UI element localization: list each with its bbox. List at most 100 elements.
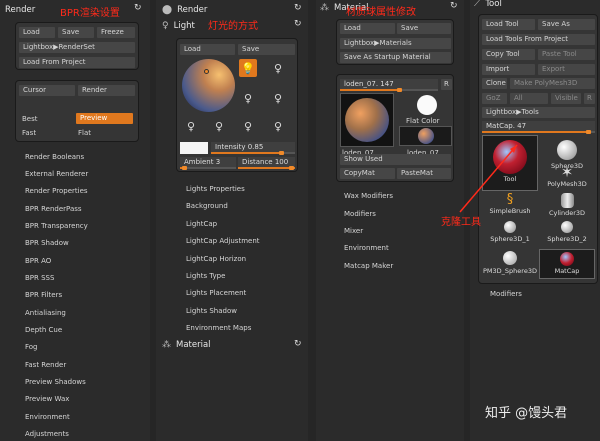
refresh-icon[interactable]: ↻: [134, 3, 142, 13]
material-footer-header[interactable]: ⁂ Material: [162, 337, 211, 353]
render-item[interactable]: Depth Cue: [25, 326, 62, 334]
tool-thumb-pm3d-sphere3d[interactable]: PM3D_Sphere3D: [482, 251, 538, 275]
copy-tool-button[interactable]: Copy Tool: [482, 49, 535, 60]
flat-color-swatch[interactable]: [417, 95, 437, 115]
pastemat-button[interactable]: PasteMat: [397, 168, 451, 179]
visible-button[interactable]: Visible: [551, 93, 581, 104]
matcap-slider[interactable]: MatCap. 47: [482, 121, 595, 134]
light-slot-1-bulb-icon[interactable]: 💡: [239, 59, 257, 77]
material-item[interactable]: Environment: [344, 244, 389, 252]
tool-thumb-simplebrush[interactable]: § SimpleBrush: [482, 193, 538, 216]
tool-thumb-cylinder3d[interactable]: Cylinder3D: [539, 193, 595, 217]
tool-lightbox-button[interactable]: Lightbox▶Tools: [482, 107, 595, 118]
material-item[interactable]: Matcap Maker: [344, 262, 393, 270]
light-position-marker[interactable]: [204, 69, 209, 74]
render-item[interactable]: Adjustments: [25, 430, 69, 438]
render-item[interactable]: Environment: [25, 413, 70, 421]
load-tool-button[interactable]: Load Tool: [482, 19, 535, 30]
material-reset-button[interactable]: R: [441, 79, 452, 90]
render-item[interactable]: Fog: [25, 343, 38, 351]
material-item[interactable]: Mixer: [344, 227, 363, 235]
light-render-header[interactable]: ⬤ Render: [162, 2, 207, 18]
material-load-button[interactable]: Load: [340, 23, 395, 34]
light-header[interactable]: ♀ Light: [162, 18, 195, 34]
render-item[interactable]: Render Booleans: [25, 153, 84, 161]
intensity-slider[interactable]: Intensity 0.85: [211, 142, 295, 155]
material-small-thumb[interactable]: [399, 126, 452, 146]
light-item[interactable]: Background: [186, 202, 228, 210]
render-header[interactable]: Render: [5, 2, 35, 18]
tool-modifiers-item[interactable]: Modifiers: [490, 290, 522, 298]
render-item[interactable]: BPR Transparency: [25, 222, 88, 230]
light-item[interactable]: Lights Properties: [186, 185, 245, 193]
light-save-button[interactable]: Save: [238, 44, 295, 55]
save-startup-material-button[interactable]: Save As Startup Material: [340, 52, 451, 63]
render-item[interactable]: BPR RenderPass: [25, 205, 82, 213]
distance-slider[interactable]: Distance 100: [238, 157, 295, 170]
light-load-button[interactable]: Load: [180, 44, 235, 55]
tool-header[interactable]: ⟋ Tool: [474, 0, 502, 12]
light-slot-3-bulb-icon[interactable]: ♀: [239, 89, 257, 107]
light-item[interactable]: Lights Placement: [186, 289, 246, 297]
render-save-button[interactable]: Save: [58, 27, 94, 38]
render-item[interactable]: Preview Wax: [25, 395, 69, 403]
render-item[interactable]: Fast Render: [25, 361, 66, 369]
load-tools-project-button[interactable]: Load Tools From Project: [482, 34, 595, 45]
cursor-button[interactable]: Cursor: [19, 85, 75, 96]
tool-thumb-current[interactable]: Tool: [482, 135, 538, 191]
tool-thumb-polymesh3d[interactable]: ✶ PolyMesh3D: [539, 165, 595, 189]
tool-thumb-sphere3d-2[interactable]: Sphere3D_2: [539, 221, 595, 243]
flat-option[interactable]: Flat: [78, 129, 91, 137]
render-item[interactable]: External Renderer: [25, 170, 88, 178]
render-item[interactable]: BPR Filters: [25, 291, 62, 299]
light-item[interactable]: LightCap: [186, 220, 217, 228]
all-button[interactable]: All: [510, 93, 548, 104]
tool-thumb-sphere3d-1[interactable]: Sphere3D_1: [482, 221, 538, 243]
render-item[interactable]: BPR SSS: [25, 274, 54, 282]
render-freeze-button[interactable]: Freeze: [97, 27, 135, 38]
light-item[interactable]: Lights Shadow: [186, 307, 237, 315]
import-button[interactable]: Import: [482, 64, 535, 75]
ambient-slider[interactable]: Ambient 3: [180, 157, 236, 170]
fast-option[interactable]: Fast: [22, 129, 36, 137]
save-as-button[interactable]: Save As: [538, 19, 595, 30]
material-lightbox-button[interactable]: Lightbox▶Materials: [340, 38, 451, 49]
light-slot-2-bulb-icon[interactable]: ♀: [269, 59, 287, 77]
refresh-icon[interactable]: ↻: [294, 19, 302, 29]
render-item[interactable]: BPR Shadow: [25, 239, 69, 247]
material-large-preview[interactable]: [340, 93, 394, 147]
material-selector-slider[interactable]: loden_07. 147: [340, 79, 438, 92]
light-slot-5-bulb-icon[interactable]: ♀: [182, 117, 200, 135]
light-item[interactable]: LightCap Horizon: [186, 255, 246, 263]
show-used-button[interactable]: Show Used: [340, 154, 451, 165]
render-item[interactable]: Antialiasing: [25, 309, 66, 317]
render-load-project-button[interactable]: Load From Project: [19, 57, 135, 68]
light-slot-6-bulb-icon[interactable]: ♀: [210, 117, 228, 135]
light-color-swatch[interactable]: [180, 142, 208, 154]
light-item[interactable]: LightCap Adjustment: [186, 237, 260, 245]
light-item[interactable]: Environment Maps: [186, 324, 251, 332]
material-save-button[interactable]: Save: [397, 23, 451, 34]
render-button[interactable]: Render: [78, 85, 135, 96]
render-lightbox-button[interactable]: Lightbox▶RenderSet: [19, 42, 135, 53]
material-item[interactable]: Wax Modifiers: [344, 192, 393, 200]
material-item[interactable]: Modifiers: [344, 210, 376, 218]
best-option[interactable]: Best: [22, 115, 38, 123]
light-slot-8-bulb-icon[interactable]: ♀: [269, 117, 287, 135]
light-direction-sphere[interactable]: [182, 59, 235, 112]
make-polymesh-button[interactable]: Make PolyMesh3D: [510, 78, 595, 89]
refresh-icon[interactable]: ↻: [294, 3, 302, 13]
refresh-icon[interactable]: ↻: [450, 1, 458, 11]
render-item[interactable]: Render Properties: [25, 187, 88, 195]
copymat-button[interactable]: CopyMat: [340, 168, 395, 179]
light-slot-7-bulb-icon[interactable]: ♀: [239, 117, 257, 135]
goz-r-button[interactable]: R: [584, 93, 595, 104]
render-item[interactable]: Preview Shadows: [25, 378, 86, 386]
refresh-icon[interactable]: ↻: [294, 339, 302, 349]
goz-button[interactable]: GoZ: [482, 93, 507, 104]
preview-option[interactable]: Preview: [76, 113, 133, 124]
tool-thumb-matcap[interactable]: MatCap: [539, 249, 595, 279]
light-item[interactable]: Lights Type: [186, 272, 225, 280]
render-load-button[interactable]: Load: [19, 27, 55, 38]
light-slot-4-bulb-icon[interactable]: ♀: [269, 89, 287, 107]
